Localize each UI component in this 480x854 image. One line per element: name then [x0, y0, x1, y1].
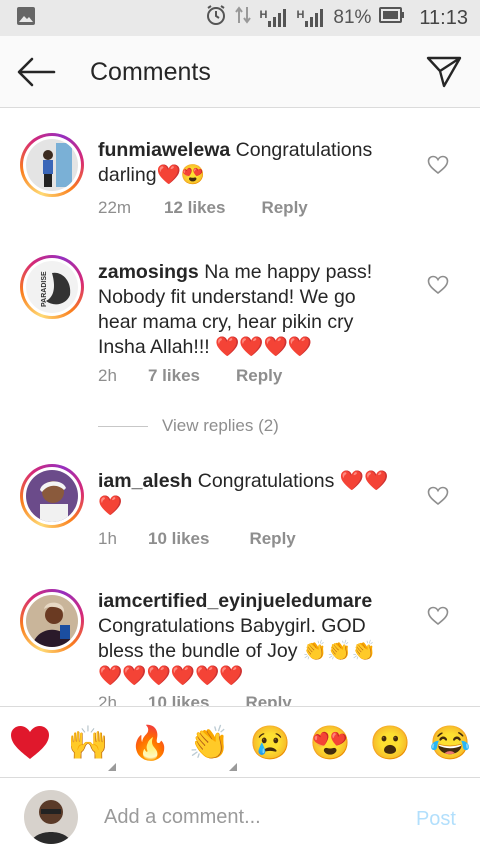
variant-indicator	[229, 763, 237, 771]
avatar-image	[26, 139, 78, 191]
comment-emojis: ❤️❤️❤️❤️	[215, 336, 313, 358]
comment-input[interactable]	[104, 802, 394, 832]
laughing-face-emoji: 😂	[429, 723, 471, 761]
clapping-hands-emoji: 👏	[188, 723, 230, 761]
comment-meta: 2h 7 likes Reply	[98, 366, 282, 386]
avatar-image: PARADISE	[26, 261, 78, 313]
emoji-heart-eyes-button[interactable]: 😍	[308, 721, 352, 765]
comment-emojis: ❤️😍	[156, 164, 206, 186]
avatar-image	[26, 595, 78, 647]
comment-text: Congratulations	[197, 470, 335, 492]
comment-likes[interactable]: 10 likes	[148, 693, 209, 706]
heart-outline-icon[interactable]	[427, 606, 449, 626]
avatar[interactable]	[20, 589, 84, 653]
emoji-crying-button[interactable]: 😢	[248, 721, 292, 765]
comment-body: funmiawelewa Congratulations darling❤️😍	[98, 138, 398, 188]
heart-eyes-emoji: 😍	[309, 723, 351, 761]
avatar-logo-text: PARADISE	[41, 271, 48, 307]
emoji-quick-bar: 🙌 🔥 👏 😢 😍 😮 😂	[0, 706, 480, 778]
comment-time: 2h	[98, 366, 117, 385]
heart-outline-icon[interactable]	[427, 275, 449, 295]
network-type-label: H	[296, 9, 305, 21]
comment-meta: 2h 10 likes Reply	[98, 693, 292, 706]
comment-username[interactable]: funmiawelewa	[98, 139, 230, 161]
battery-percent: 81%	[333, 7, 372, 28]
comment-time: 22m	[98, 198, 132, 217]
comment-likes[interactable]: 7 likes	[148, 366, 200, 386]
comment-username[interactable]: zamosings	[98, 261, 199, 283]
back-arrow-icon[interactable]	[16, 54, 56, 90]
reply-button[interactable]: Reply	[261, 198, 307, 218]
gallery-icon	[16, 6, 36, 31]
view-replies-label: View replies (2)	[162, 416, 279, 435]
fire-emoji: 🔥	[129, 723, 171, 761]
signal-icon: H	[296, 9, 325, 27]
comment-list[interactable]: funmiawelewa Congratulations darling❤️😍 …	[0, 109, 480, 706]
avatar[interactable]	[20, 133, 84, 197]
direct-send-icon[interactable]	[426, 54, 462, 90]
surprised-face-emoji: 😮	[369, 723, 411, 761]
emoji-heart-button[interactable]	[8, 721, 52, 765]
avatar[interactable]: PARADISE	[20, 255, 84, 319]
comment-body: iamcertified_eyinjueledumare Congratulat…	[98, 589, 398, 689]
variant-indicator	[108, 763, 116, 771]
emoji-surprised-button[interactable]: 😮	[368, 721, 412, 765]
reply-button[interactable]: Reply	[249, 529, 295, 549]
status-bar: H H 81% 11:13	[0, 0, 480, 36]
raising-hands-emoji: 🙌	[67, 723, 109, 761]
emoji-clap-button[interactable]: 👏	[187, 721, 237, 771]
signal-icon: H	[259, 9, 288, 27]
post-button[interactable]: Post	[416, 808, 456, 831]
avatar[interactable]	[20, 464, 84, 528]
comment-time: 2h	[98, 693, 117, 706]
avatar	[24, 790, 78, 844]
reply-button[interactable]: Reply	[245, 693, 291, 706]
page-title: Comments	[90, 58, 211, 86]
network-type-label: H	[259, 9, 268, 21]
clock: 11:13	[419, 6, 468, 29]
comment-time: 1h	[98, 529, 117, 548]
comment-composer: Post	[0, 778, 480, 854]
comment-username[interactable]: iam_alesh	[98, 470, 192, 492]
header: Comments	[0, 36, 480, 108]
view-replies-button[interactable]: View replies (2)	[98, 416, 279, 436]
emoji-raising-hands-button[interactable]: 🙌	[66, 721, 116, 771]
comment-body: iam_alesh Congratulations ❤️❤️❤️	[98, 469, 398, 519]
heart-outline-icon[interactable]	[427, 155, 449, 175]
comment-meta: 1h 10 likes Reply	[98, 529, 296, 549]
comment-meta: 22m 12 likes Reply	[98, 198, 308, 218]
crying-face-emoji: 😢	[249, 723, 291, 761]
heart-outline-icon[interactable]	[427, 486, 449, 506]
comment-likes[interactable]: 12 likes	[164, 198, 225, 218]
comment-body: zamosings Na me happy pass! Nobody fit u…	[98, 260, 398, 360]
alarm-icon	[205, 4, 227, 32]
avatar-image	[26, 470, 78, 522]
reply-button[interactable]: Reply	[236, 366, 282, 386]
comment-username[interactable]: iamcertified_eyinjueledumare	[98, 590, 372, 612]
comment-likes[interactable]: 10 likes	[148, 529, 209, 549]
divider	[98, 425, 148, 427]
data-transfer-icon	[235, 5, 252, 31]
battery-icon	[379, 7, 405, 29]
emoji-laughing-button[interactable]: 😂	[428, 721, 472, 765]
emoji-fire-button[interactable]: 🔥	[128, 721, 172, 765]
